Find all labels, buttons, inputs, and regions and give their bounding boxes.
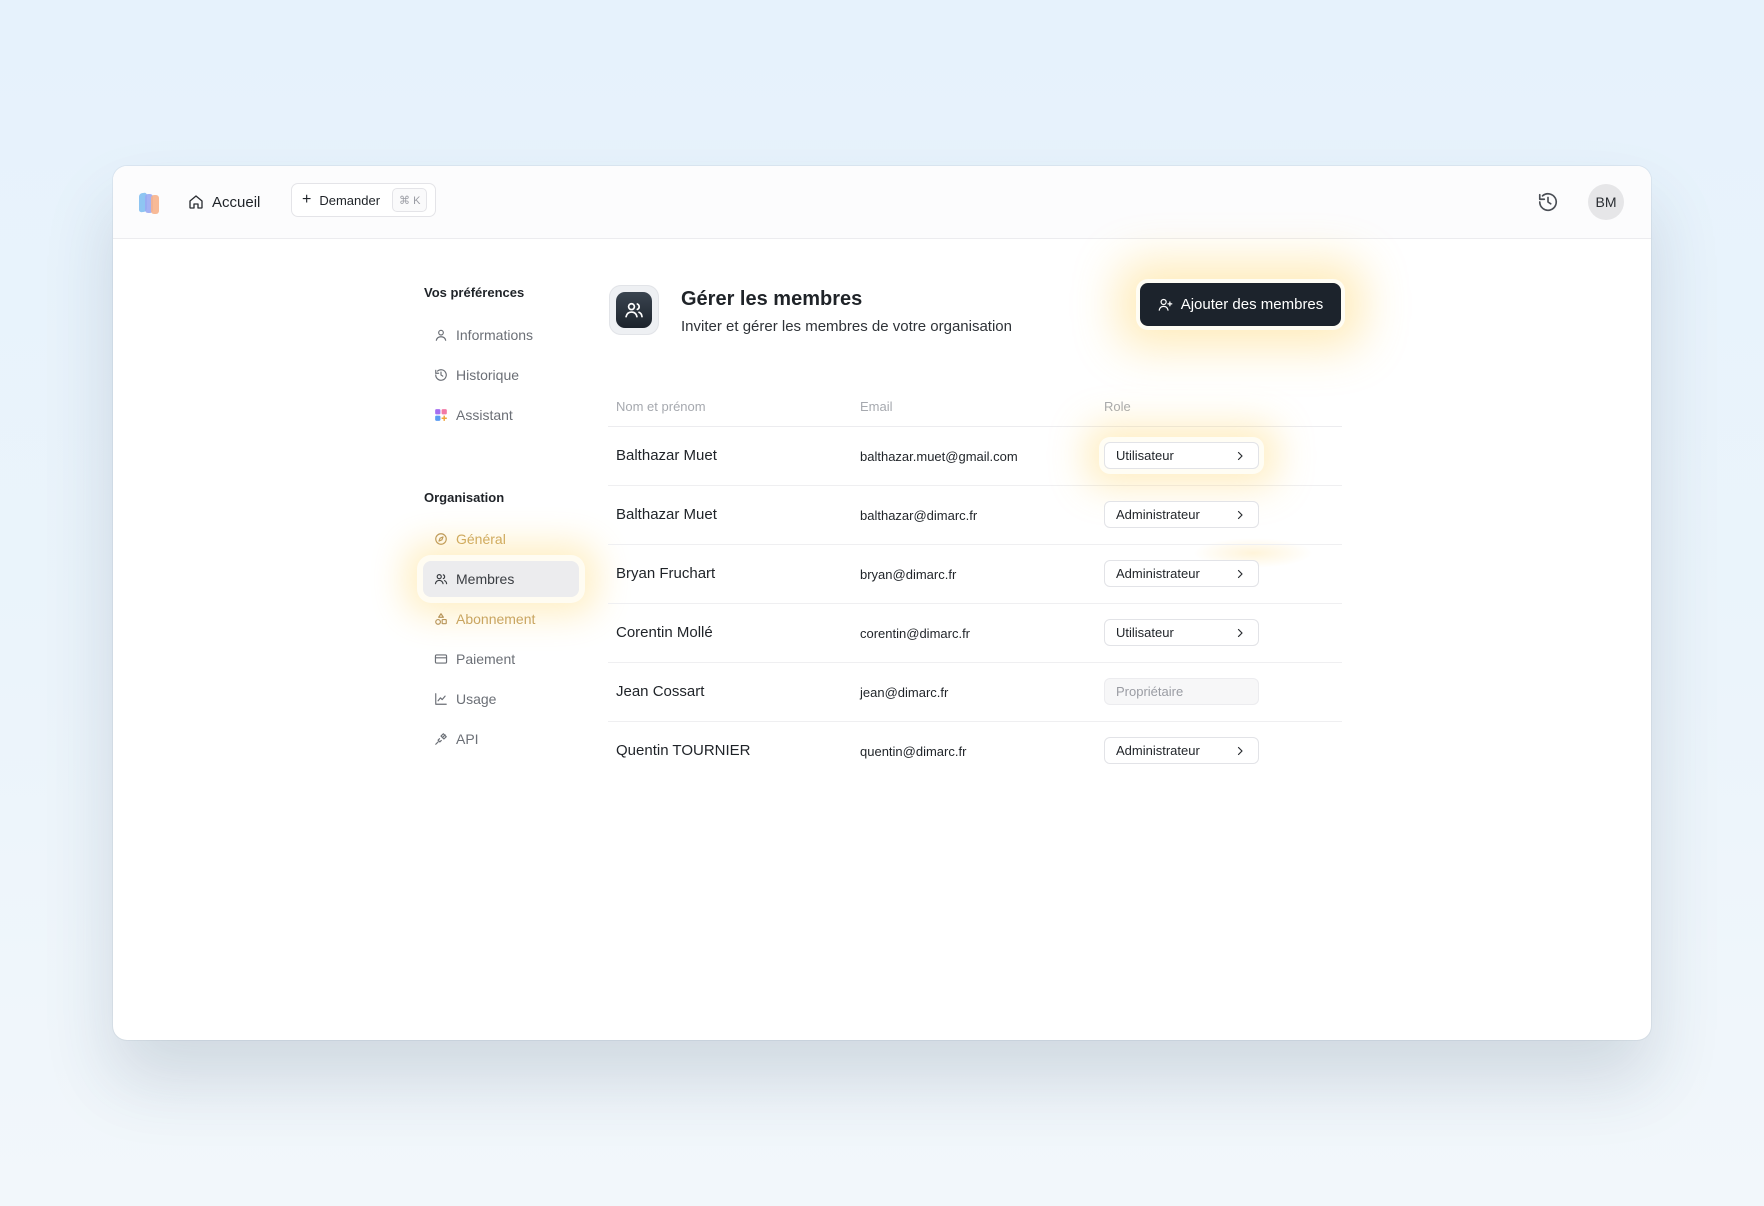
chevron-right-icon: [1237, 569, 1243, 578]
page-subtitle: Inviter et gérer les membres de votre or…: [681, 318, 1012, 335]
apps-icon: [435, 409, 447, 421]
sidebar-item-label: Historique: [456, 367, 520, 383]
table-row: Jean Cossart jean@dimarc.fr Propriétaire: [608, 663, 1342, 722]
history-icon: [435, 369, 447, 381]
table-row: Corentin Mollé corentin@dimarc.fr Utilis…: [608, 604, 1342, 663]
role-value: Administrateur: [1116, 566, 1200, 581]
sidebar-item-informations[interactable]: Informations: [423, 317, 579, 353]
users-icon: [434, 574, 448, 585]
table-row: Bryan Fruchart bryan@dimarc.fr Administr…: [608, 545, 1342, 604]
add-members-button[interactable]: Ajouter des membres: [1140, 283, 1341, 326]
app-logo-icon[interactable]: [139, 192, 159, 214]
sidebar-item-label: Assistant: [456, 407, 513, 423]
page-title: Gérer les membres: [681, 288, 863, 310]
organisation-section-title: Organisation: [424, 490, 505, 505]
table-row: Quentin TOURNIER quentin@dimarc.fr Admin…: [608, 722, 1342, 780]
chevron-right-icon: [1237, 628, 1243, 637]
members-table: Nom et prénom Email Role Balthazar Muet …: [608, 390, 1342, 780]
role-select[interactable]: Administrateur: [1104, 560, 1259, 587]
home-label: Accueil: [212, 193, 261, 211]
users-icon: [625, 302, 643, 318]
member-email: quentin@dimarc.fr: [860, 744, 967, 759]
members-page-icon: [609, 285, 659, 335]
credit-card-icon: [434, 654, 448, 664]
history-icon[interactable]: [1537, 191, 1559, 213]
sidebar-item-label: API: [456, 731, 479, 747]
add-members-label: Ajouter des membres: [1180, 296, 1324, 313]
member-email: balthazar.muet@gmail.com: [860, 449, 1018, 464]
chevron-right-icon: [1237, 746, 1243, 755]
sidebar-item-label: Abonnement: [456, 611, 536, 627]
ask-button[interactable]: + Demander ⌘ K: [291, 183, 437, 217]
role-select[interactable]: Utilisateur: [1104, 442, 1259, 469]
member-email: balthazar@dimarc.fr: [860, 508, 978, 523]
home-link[interactable]: Accueil: [188, 188, 260, 216]
line-chart-icon: [435, 693, 447, 705]
sidebar-item-paiement[interactable]: Paiement: [423, 641, 579, 677]
table-row: Balthazar Muet balthazar.muet@gmail.com …: [608, 427, 1342, 486]
sidebar-item-assistant[interactable]: Assistant: [423, 397, 579, 433]
user-icon: [435, 329, 447, 341]
user-plus-icon: [1158, 298, 1173, 311]
ask-label: Demander: [319, 192, 381, 208]
column-header-role: Role: [1104, 399, 1131, 414]
sidebar-item-label: Général: [456, 531, 506, 547]
app-window: Accueil + Demander ⌘ K BM Vos préférence…: [113, 166, 1651, 1040]
shapes-icon: [435, 613, 447, 625]
plus-icon: +: [302, 191, 312, 208]
sidebar-item-api[interactable]: API: [423, 721, 579, 757]
chevron-right-icon: [1237, 510, 1243, 519]
member-name: Balthazar Muet: [616, 447, 717, 464]
role-value: Propriétaire: [1116, 684, 1184, 699]
preferences-section-title: Vos préférences: [424, 285, 525, 300]
sidebar-item-abonnement[interactable]: Abonnement: [423, 601, 579, 637]
member-name: Quentin TOURNIER: [616, 742, 751, 759]
sidebar-item-label: Usage: [456, 691, 497, 707]
role-select[interactable]: Administrateur: [1104, 737, 1259, 764]
member-name: Balthazar Muet: [616, 506, 717, 523]
role-select[interactable]: Utilisateur: [1104, 619, 1259, 646]
member-name: Jean Cossart: [616, 683, 705, 700]
table-header: Nom et prénom Email Role: [608, 390, 1342, 427]
sidebar-item-historique[interactable]: Historique: [423, 357, 579, 393]
role-value: Utilisateur: [1116, 448, 1174, 463]
member-email: corentin@dimarc.fr: [860, 626, 971, 641]
member-email: bryan@dimarc.fr: [860, 567, 957, 582]
table-row: Balthazar Muet balthazar@dimarc.fr Admin…: [608, 486, 1342, 545]
member-name: Bryan Fruchart: [616, 565, 716, 582]
home-icon: [189, 195, 203, 209]
role-value: Administrateur: [1116, 743, 1200, 758]
column-header-email: Email: [860, 399, 893, 414]
top-bar: Accueil + Demander ⌘ K BM: [113, 166, 1651, 239]
sidebar-item-label: Membres: [456, 571, 515, 587]
role-select[interactable]: Administrateur: [1104, 501, 1259, 528]
plug-icon: [435, 733, 447, 745]
column-header-name: Nom et prénom: [616, 399, 706, 414]
member-name: Corentin Mollé: [616, 624, 713, 641]
role-value: Administrateur: [1116, 507, 1200, 522]
compass-icon: [435, 533, 447, 545]
role-value: Utilisateur: [1116, 625, 1174, 640]
keyboard-shortcut: ⌘ K: [392, 188, 428, 212]
sidebar-item-label: Paiement: [456, 651, 516, 667]
sidebar-item-membres[interactable]: Membres: [423, 561, 579, 597]
sidebar-item-general[interactable]: Général: [423, 521, 579, 557]
sidebar-item-label: Informations: [456, 327, 534, 343]
role-owner-badge: Propriétaire: [1104, 678, 1259, 705]
user-avatar[interactable]: BM: [1588, 184, 1624, 220]
member-email: jean@dimarc.fr: [860, 685, 949, 700]
sidebar-item-usage[interactable]: Usage: [423, 681, 579, 717]
chevron-right-icon: [1237, 451, 1243, 460]
